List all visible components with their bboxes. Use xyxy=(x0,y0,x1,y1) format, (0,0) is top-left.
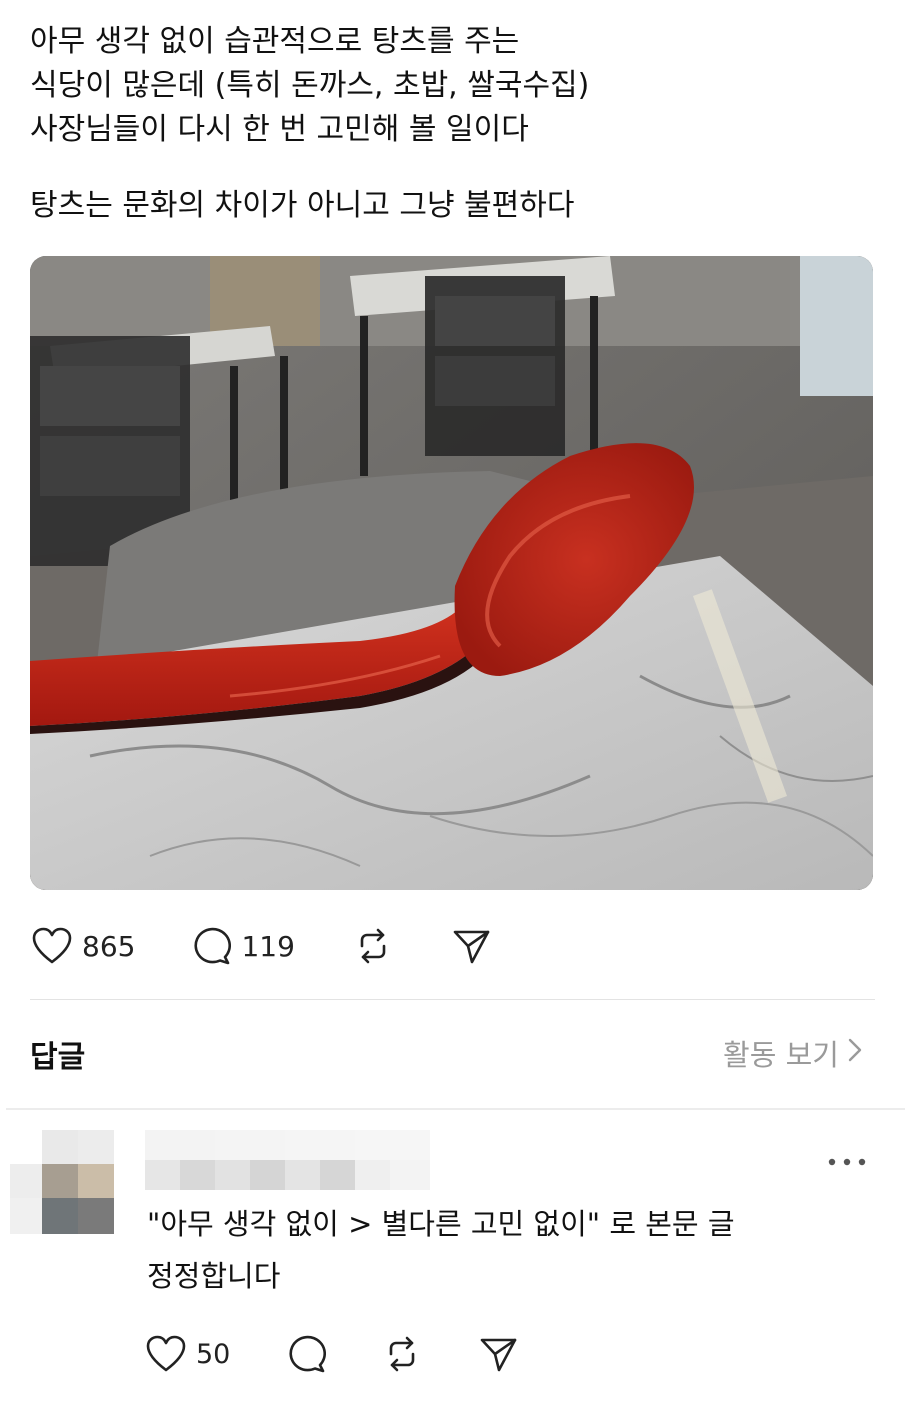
more-dots-icon xyxy=(826,1158,870,1178)
replies-heading: 답글 xyxy=(30,1040,86,1075)
heart-icon xyxy=(146,1335,186,1373)
reply-like-count: 50 xyxy=(196,1338,231,1370)
send-icon xyxy=(451,926,491,966)
post-action-bar: 865 119 xyxy=(32,920,491,972)
comment-count: 119 xyxy=(241,929,295,963)
reply-comment-button[interactable] xyxy=(286,1334,327,1374)
repost-icon xyxy=(353,926,393,966)
comment-bubble-icon xyxy=(191,926,232,966)
view-activity-label: 활동 보기 xyxy=(723,1038,839,1072)
divider xyxy=(6,1108,905,1110)
divider xyxy=(30,999,875,1000)
comment-button[interactable]: 119 xyxy=(191,926,295,966)
repost-icon xyxy=(382,1334,422,1374)
reply-line-1: "아무 생각 없이 > 별다른 고민 없이" 로 본문 글 xyxy=(147,1207,735,1241)
like-button[interactable]: 865 xyxy=(32,927,135,965)
avatar[interactable] xyxy=(10,1128,122,1240)
like-count: 865 xyxy=(82,929,136,963)
post-line-3: 사장님들이 다시 한 번 고민해 볼 일이다 xyxy=(30,112,529,147)
post-line-2: 식당이 많은데 (특히 돈까스, 초밥, 쌀국수집) xyxy=(30,68,590,103)
reply-text: "아무 생각 없이 > 별다른 고민 없이" 로 본문 글 정정합니다 xyxy=(147,1198,887,1302)
reply-username[interactable] xyxy=(145,1130,430,1192)
heart-icon xyxy=(32,927,72,965)
chevron-right-icon xyxy=(839,1036,863,1071)
comment-bubble-icon xyxy=(286,1334,327,1374)
post-line-1: 아무 생각 없이 습관적으로 탕츠를 주는 xyxy=(30,24,520,59)
share-button[interactable] xyxy=(451,926,491,966)
post-text: 아무 생각 없이 습관적으로 탕츠를 주는 식당이 많은데 (특히 돈까스, 초… xyxy=(30,20,880,228)
reply-like-button[interactable]: 50 xyxy=(146,1335,230,1373)
reply-share-button[interactable] xyxy=(478,1334,518,1374)
view-activity-link[interactable]: 활동 보기 xyxy=(723,1032,863,1074)
post-line-4: 탕츠는 문화의 차이가 아니고 그냥 불편하다 xyxy=(30,188,575,223)
repost-button[interactable] xyxy=(353,926,393,966)
reply-repost-button[interactable] xyxy=(382,1334,422,1374)
post-image[interactable] xyxy=(30,256,873,890)
reply-line-2: 정정합니다 xyxy=(147,1259,281,1293)
send-icon xyxy=(478,1334,518,1374)
reply-action-bar: 50 xyxy=(146,1330,518,1378)
more-options-button[interactable] xyxy=(826,1150,870,1174)
